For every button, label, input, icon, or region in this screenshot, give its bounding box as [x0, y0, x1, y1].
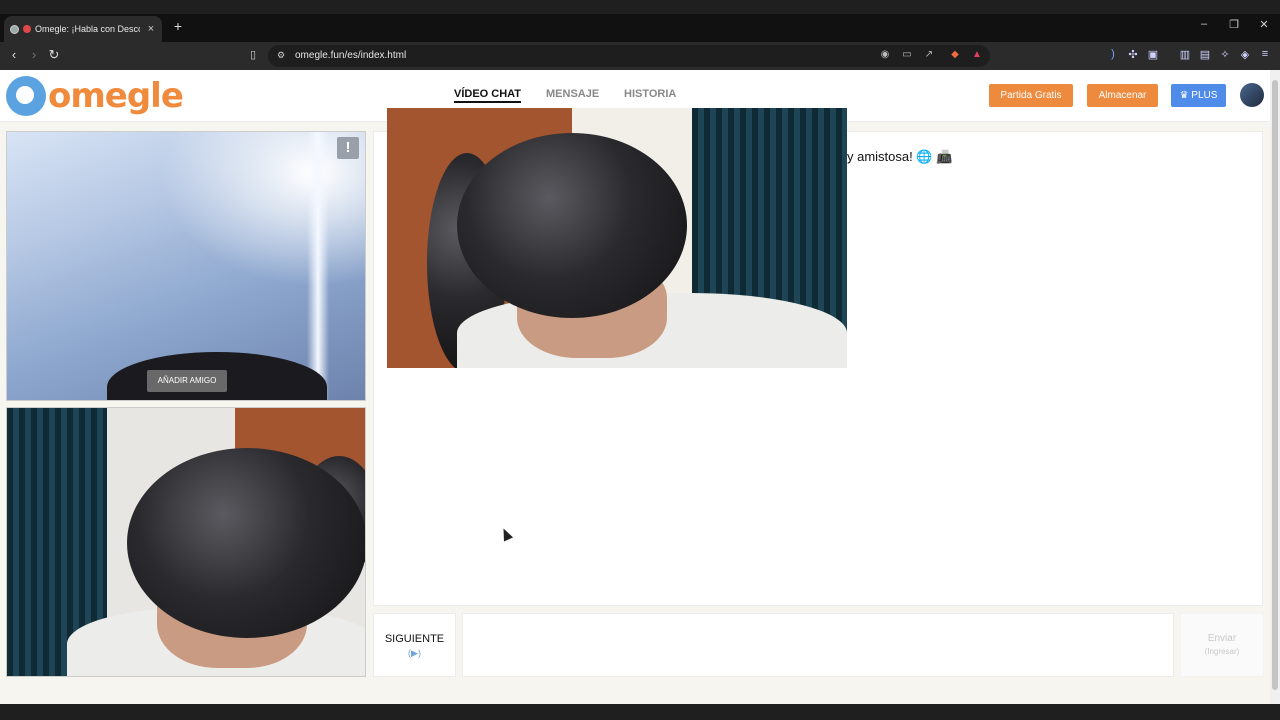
store-button[interactable]: Almacenar [1087, 84, 1158, 107]
reader-icon[interactable]: ▣ [1146, 48, 1160, 61]
tab-strip: Omegle: ¡Habla con Desconoc × + – ❐ ✕ [0, 14, 1280, 42]
address-bar[interactable]: ⚙ omegle.fun/es/index.html ◉ ▭ ↗ ◆ ▲ [268, 45, 990, 67]
site-settings-icon[interactable]: ⚙ [277, 50, 285, 61]
avatar[interactable] [1240, 83, 1264, 107]
pip-video[interactable] [387, 108, 847, 368]
forward-arrow-icon[interactable]: › [26, 47, 42, 62]
speech-icon[interactable]: ) [1106, 48, 1120, 60]
browser-window: Omegle: ¡Habla con Desconoc × + – ❐ ✕ ‹ … [0, 0, 1280, 720]
brave-rewards-icon[interactable]: ▲ [970, 49, 984, 60]
scrollbar-thumb[interactable] [1272, 80, 1278, 690]
web-page: omegle VÍDEO CHAT MENSAJE HISTORIA Parti… [0, 70, 1270, 704]
reload-icon[interactable]: ↻ [46, 47, 62, 63]
self-video [6, 407, 366, 677]
share-icon[interactable]: ↗ [922, 49, 936, 60]
free-match-button[interactable]: Partida Gratis [989, 84, 1073, 107]
tab-title: Omegle: ¡Habla con Desconoc [35, 24, 140, 34]
maximize-button[interactable]: ❐ [1224, 18, 1244, 31]
logo-bubble-icon [6, 76, 46, 116]
next-label: SIGUIENTE [384, 633, 445, 645]
cast-icon[interactable]: ▭ [900, 49, 914, 60]
back-arrow-icon[interactable]: ‹ [6, 47, 22, 62]
recording-icon [23, 25, 31, 33]
logo-text: omegle [48, 76, 184, 116]
sidebar-icon[interactable]: ▥ [1178, 48, 1192, 61]
browser-toolbar: ‹ › ↻ ▯ ⚙ omegle.fun/es/index.html ◉ ▭ ↗… [0, 42, 1280, 70]
menu-icon[interactable]: ≡ [1258, 48, 1272, 60]
site-favicon-icon [10, 24, 19, 34]
nav-video-chat[interactable]: VÍDEO CHAT [454, 88, 522, 103]
chat-message: y amistosa! 🌐 📠 [847, 149, 953, 164]
send-hint: (Ingresar) [1204, 647, 1240, 656]
minimize-button[interactable]: – [1194, 18, 1214, 30]
video-light-edge [307, 132, 329, 400]
omegle-logo[interactable]: omegle [6, 76, 184, 116]
broadcast-icon[interactable]: ◉ [878, 49, 892, 60]
browser-tab[interactable]: Omegle: ¡Habla con Desconoc × [4, 16, 162, 42]
report-button[interactable]: ! [337, 137, 359, 159]
new-tab-button[interactable]: + [170, 18, 186, 34]
next-button[interactable]: SIGUIENTE (▶) [373, 613, 456, 677]
close-window-button[interactable]: ✕ [1254, 18, 1274, 31]
nav-historia[interactable]: HISTORIA [624, 88, 676, 100]
url-text[interactable]: omegle.fun/es/index.html [295, 50, 406, 61]
leo-ai-icon[interactable]: ✧ [1218, 48, 1232, 61]
send-label: Enviar [1207, 633, 1237, 644]
close-tab-icon[interactable]: × [144, 23, 158, 35]
brave-shield-icon[interactable]: ◆ [948, 49, 962, 60]
video-hair [457, 133, 687, 318]
wallet-icon[interactable]: ▤ [1198, 48, 1212, 61]
vpn-icon[interactable]: ◈ [1238, 48, 1252, 61]
add-friend-button[interactable]: AÑADIR AMIGO [147, 370, 227, 392]
page-scrollbar[interactable] [1270, 70, 1280, 704]
plus-button[interactable]: ♛ PLUS [1171, 84, 1226, 107]
extensions-icon[interactable]: ✣ [1126, 48, 1140, 61]
nav-mensaje[interactable]: MENSAJE [546, 88, 599, 100]
video-hair [127, 448, 365, 638]
send-button[interactable]: Enviar (Ingresar) [1180, 613, 1264, 677]
stranger-video: ! AÑADIR AMIGO [6, 131, 366, 401]
message-input[interactable] [462, 613, 1174, 677]
bookmark-icon[interactable]: ▯ [250, 48, 256, 61]
next-hint: (▶) [408, 648, 421, 658]
